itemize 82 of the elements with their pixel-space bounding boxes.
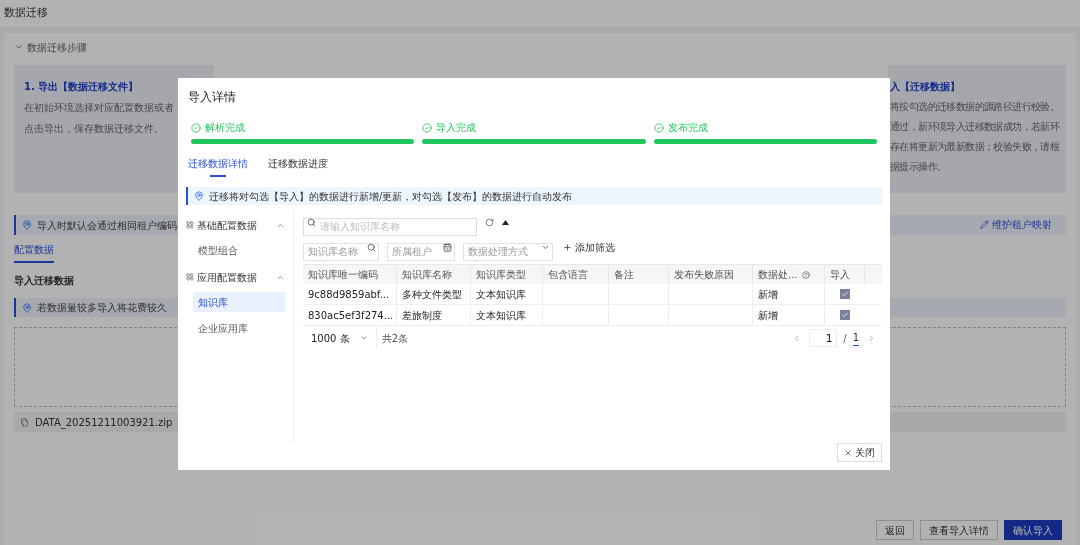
add-filter-button[interactable]: 添加筛选 bbox=[563, 239, 615, 255]
page-size-select[interactable]: 1000 条 bbox=[311, 330, 350, 346]
table-cell-text: 文本知识库 bbox=[476, 287, 526, 302]
column-header: 发布失败原因 bbox=[674, 268, 734, 282]
column-header: 知识库名称 bbox=[402, 268, 452, 282]
triangle-up-icon[interactable] bbox=[502, 219, 509, 225]
page-count: 1 bbox=[852, 330, 859, 346]
close-icon bbox=[844, 448, 852, 457]
step-text: 点击导出，保存数据迁移文件。 bbox=[24, 122, 164, 136]
filter-field[interactable]: 数据处理方式 bbox=[463, 242, 553, 261]
tab[interactable]: 迁移数据详情 bbox=[188, 156, 248, 182]
page-separator: / bbox=[843, 331, 847, 346]
section-title: 导入迁移数据 bbox=[14, 274, 74, 288]
pin-icon bbox=[22, 302, 32, 313]
page-title: 数据迁移 bbox=[4, 5, 48, 22]
search-icon bbox=[307, 217, 316, 227]
column-header: 备注 bbox=[614, 268, 634, 282]
sidebar-group[interactable]: 应用配置数据 bbox=[197, 269, 273, 285]
pin-icon bbox=[194, 191, 204, 201]
action-button[interactable]: 查看导入详情 bbox=[920, 520, 998, 540]
page-input[interactable]: 1 bbox=[809, 329, 838, 347]
total-count: 共2条 bbox=[381, 331, 408, 346]
step-label: 发布完成 bbox=[667, 121, 708, 135]
step-title: 1. 导出【数据迁移文件】 bbox=[24, 80, 139, 94]
check-circle-icon bbox=[191, 122, 201, 133]
sidebar-item[interactable]: 企业应用库 bbox=[193, 318, 285, 338]
step-text: 存在将更新为最新数据；校验失败，请根 bbox=[890, 140, 1060, 154]
step-title: 入【迁移数据】 bbox=[890, 80, 960, 94]
filter-field[interactable]: 知识库名称 bbox=[303, 242, 379, 261]
table-cell-text: 多种文件类型 bbox=[402, 287, 462, 302]
sidebar-group[interactable]: 基础配置数据 bbox=[197, 217, 273, 233]
action-button[interactable]: 返回 bbox=[876, 520, 914, 540]
table-cell-text: 差旅制度 bbox=[402, 308, 442, 323]
check-circle-icon bbox=[653, 122, 664, 133]
step-label: 导入完成 bbox=[436, 121, 477, 135]
sidebar-item[interactable]: 知识库 bbox=[193, 292, 285, 312]
table-cell-text: 830ac5ef3f274... bbox=[308, 308, 394, 323]
step-text: 将按勾选的迁移数据的源路径进行校验。 bbox=[890, 100, 1060, 114]
grid-icon bbox=[186, 273, 194, 281]
step-text: 据提示操作。 bbox=[890, 160, 947, 174]
file-icon bbox=[20, 417, 29, 427]
action-button[interactable]: 确认导入 bbox=[1004, 520, 1062, 540]
notice-text: 迁移将对勾选【导入】的数据进行新增/更新，对勾选【发布】的数据进行自动发布 bbox=[209, 189, 573, 204]
import-checkbox[interactable] bbox=[840, 289, 850, 299]
refresh-icon[interactable] bbox=[485, 217, 494, 227]
table-cell-text: 文本知识库 bbox=[476, 308, 526, 323]
step-text: 通过，新环境导入迁移数据成功，若新环 bbox=[890, 120, 1060, 134]
check-circle-icon bbox=[422, 122, 433, 133]
column-header: 导入 bbox=[830, 268, 850, 282]
sidebar-item[interactable]: 模型组合 bbox=[193, 240, 285, 260]
column-header: 包含语言 bbox=[548, 268, 588, 282]
check-icon bbox=[841, 290, 849, 298]
mapping-link[interactable]: 维护租户映射 bbox=[992, 217, 1052, 232]
plus-icon bbox=[563, 242, 572, 252]
help-icon[interactable] bbox=[801, 270, 810, 279]
search-icon bbox=[367, 242, 376, 252]
dialog-title: 导入详情 bbox=[187, 89, 237, 106]
tab[interactable]: 配置数据 bbox=[14, 242, 54, 263]
table-cell-text: 9c88d9859abf... bbox=[308, 287, 390, 302]
step-text: 在初始环境选择对应配置数据或者 bbox=[24, 101, 174, 115]
filter-field[interactable]: 所属租户 bbox=[387, 242, 455, 261]
file-name: DATA_20251211003921.zip bbox=[35, 415, 173, 430]
table-cell-text: 新增 bbox=[758, 308, 778, 323]
column-header: 知识库唯一编码 bbox=[308, 268, 378, 282]
notice-text: 导入时默认会通过相同租户编码 bbox=[37, 218, 177, 233]
pencil-icon bbox=[980, 220, 989, 229]
chevron-icon[interactable] bbox=[14, 42, 24, 52]
tab[interactable]: 迁移数据进度 bbox=[268, 156, 328, 182]
next-page-icon[interactable] bbox=[867, 333, 876, 343]
column-header: 知识库类型 bbox=[476, 268, 526, 282]
notice-text: 若数据量较多导入将花费较久 bbox=[37, 301, 167, 315]
step-label: 解析完成 bbox=[205, 121, 245, 135]
column-header: 数据处... bbox=[758, 268, 798, 282]
steps-toggle[interactable]: 数据迁移步骤 bbox=[27, 39, 87, 55]
grid-icon bbox=[186, 221, 194, 229]
calendar-icon bbox=[443, 242, 452, 252]
chevron-icon[interactable] bbox=[359, 334, 368, 342]
close-button[interactable]: 关闭 bbox=[837, 443, 882, 462]
pin-icon bbox=[22, 220, 32, 230]
table-cell-text: 新增 bbox=[758, 287, 778, 302]
import-checkbox[interactable] bbox=[840, 310, 850, 320]
check-icon bbox=[841, 311, 849, 319]
